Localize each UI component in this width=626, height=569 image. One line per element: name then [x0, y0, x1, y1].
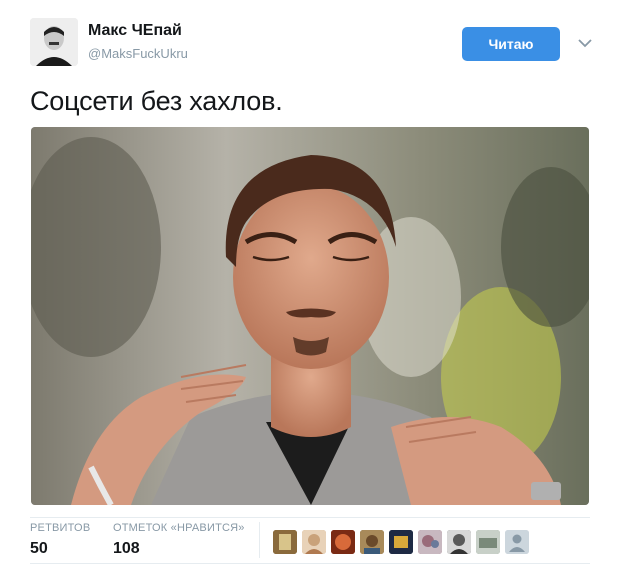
liker-avatar[interactable] — [418, 530, 442, 554]
avatar-1-icon — [273, 530, 297, 554]
photo-image — [31, 127, 589, 505]
liker-avatar[interactable] — [302, 530, 326, 554]
likes-count: 108 — [113, 540, 140, 557]
liker-avatar[interactable] — [389, 530, 413, 554]
author-avatar[interactable] — [30, 18, 78, 66]
avatar-4-icon — [360, 530, 384, 554]
avatar-3-icon — [331, 530, 355, 554]
retweets-count: 50 — [30, 540, 48, 557]
stats-separator — [259, 522, 260, 558]
author-handle[interactable]: @MaksFuckUkru — [88, 46, 188, 61]
stats-divider-top — [30, 517, 590, 518]
likes-label: ОТМЕТОК «НРАВИТСЯ» — [113, 522, 245, 534]
liker-avatar[interactable] — [273, 530, 297, 554]
tweet-media-photo[interactable] — [31, 127, 589, 505]
liker-avatar[interactable] — [447, 530, 471, 554]
stats-divider-bottom — [30, 563, 590, 564]
avatar-6-icon — [418, 530, 442, 554]
avatar-5-icon — [389, 530, 413, 554]
tweet-text: Соцсети без хахлов. — [30, 86, 283, 116]
liker-avatar[interactable] — [331, 530, 355, 554]
author-avatar-image — [30, 18, 78, 66]
follow-button[interactable]: Читаю — [462, 27, 560, 61]
likers-avatars — [273, 530, 529, 554]
avatar-7-icon — [447, 530, 471, 554]
author-display-name[interactable]: Макс ЧЕпай — [88, 22, 182, 40]
default-avatar-icon — [505, 530, 529, 554]
retweets-label: РЕТВИТОВ — [30, 522, 91, 534]
retweets-stat[interactable]: РЕТВИТОВ 50 — [30, 522, 90, 558]
likes-stat[interactable]: ОТМЕТОК «НРАВИТСЯ» 108 — [113, 522, 245, 558]
liker-avatar[interactable] — [505, 530, 529, 554]
avatar-2-icon — [302, 530, 326, 554]
liker-avatar[interactable] — [360, 530, 384, 554]
liker-avatar[interactable] — [476, 530, 500, 554]
chevron-down-icon[interactable] — [578, 38, 592, 48]
avatar-8-icon — [476, 530, 500, 554]
